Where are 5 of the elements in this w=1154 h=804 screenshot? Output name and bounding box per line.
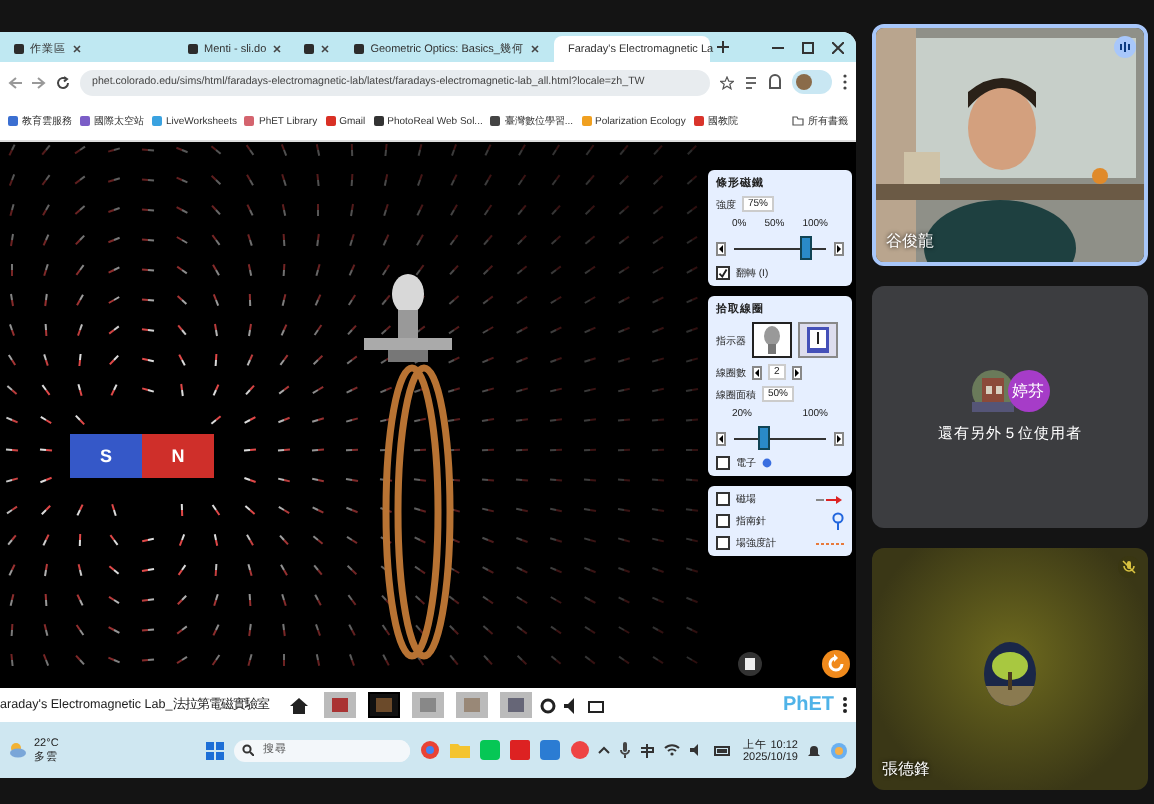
south-pole[interactable]: S: [70, 434, 142, 478]
avatar: 婷芬: [1007, 370, 1049, 412]
north-pole[interactable]: N: [142, 434, 214, 478]
participant-name: 谷俊龍: [886, 230, 934, 252]
participant-name: 張德鋒: [882, 758, 930, 780]
